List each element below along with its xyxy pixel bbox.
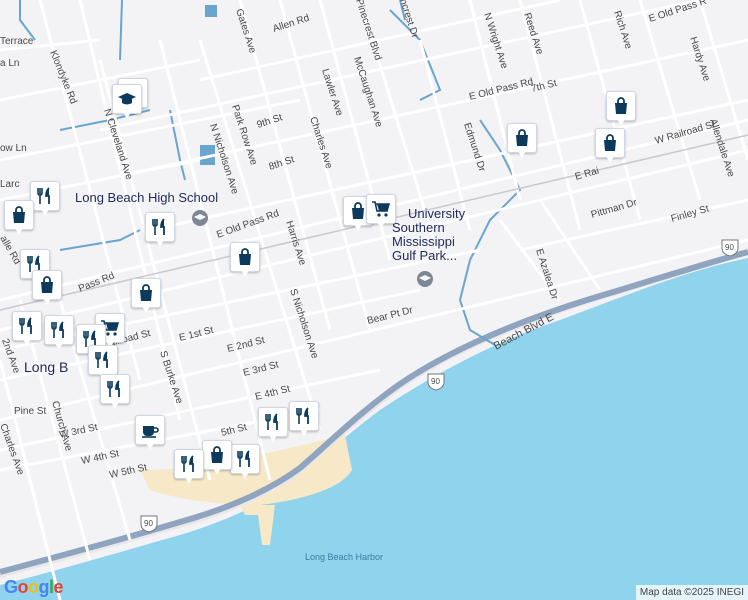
google-logo: Google bbox=[4, 577, 64, 597]
highway-90-label: 90 bbox=[144, 519, 153, 528]
university-pin-icon bbox=[417, 271, 433, 287]
road-label: Terrace bbox=[0, 36, 34, 47]
shopping-marker[interactable] bbox=[4, 200, 34, 236]
restaurant-marker[interactable] bbox=[289, 401, 319, 437]
fork-knife-icon bbox=[19, 317, 32, 334]
fork-knife-icon bbox=[152, 218, 165, 235]
shopping-bag-icon bbox=[516, 129, 528, 146]
road-label: a Ln bbox=[0, 58, 19, 69]
road-label: Pine St bbox=[14, 406, 46, 417]
high-school-label: Long Beach High School bbox=[75, 190, 218, 205]
shopping-marker[interactable] bbox=[507, 123, 537, 159]
restaurant-marker[interactable] bbox=[100, 374, 130, 410]
restaurant-marker[interactable] bbox=[30, 181, 60, 217]
coffee-cup-icon bbox=[142, 426, 159, 438]
shopping-bag-icon bbox=[211, 446, 223, 463]
fork-knife-icon bbox=[51, 321, 64, 338]
shopping-bag-icon bbox=[604, 134, 616, 151]
school-marker[interactable] bbox=[112, 84, 142, 120]
shopping-bag-icon bbox=[239, 248, 251, 265]
svg-text:Gulf Park...: Gulf Park... bbox=[392, 248, 457, 263]
harbor-label: Long Beach Harbor bbox=[305, 552, 383, 562]
fork-knife-icon bbox=[107, 380, 120, 397]
cafe-marker[interactable] bbox=[135, 415, 165, 451]
road-label: ow Ln bbox=[0, 143, 27, 154]
map-attribution[interactable]: Map data ©2025 INEGI bbox=[635, 585, 748, 600]
shopping-bag-icon bbox=[41, 276, 53, 293]
high-school-pin-icon bbox=[192, 210, 208, 226]
highway-90-label: 90 bbox=[431, 377, 440, 386]
fork-knife-icon bbox=[265, 413, 278, 430]
shopping-bag-icon bbox=[352, 202, 364, 219]
svg-text:Southern: Southern bbox=[392, 220, 445, 235]
fork-knife-icon bbox=[37, 187, 50, 204]
fork-knife-icon bbox=[181, 455, 194, 472]
shopping-bag-icon bbox=[13, 206, 25, 223]
shopping-cart-icon bbox=[372, 201, 391, 217]
fork-knife-icon bbox=[95, 351, 108, 368]
grocery-marker[interactable] bbox=[366, 194, 396, 230]
fork-knife-icon bbox=[296, 407, 309, 424]
shopping-marker[interactable] bbox=[131, 278, 161, 314]
shopping-bag-icon bbox=[140, 284, 152, 301]
restaurant-marker[interactable] bbox=[174, 449, 204, 485]
highway-90-label: 90 bbox=[725, 243, 734, 252]
restaurant-marker[interactable] bbox=[258, 407, 288, 443]
road-label: Larc bbox=[0, 179, 19, 190]
shopping-marker[interactable] bbox=[32, 270, 62, 306]
shopping-marker[interactable] bbox=[202, 440, 232, 476]
restaurant-marker[interactable] bbox=[12, 311, 42, 347]
shopping-marker[interactable] bbox=[595, 128, 625, 164]
map-canvas[interactable]: 90 90 90 Terrace Klondyke Rd a Ln ow Ln … bbox=[0, 0, 748, 600]
graduation-cap-icon bbox=[118, 93, 136, 105]
svg-text:University: University bbox=[408, 206, 466, 221]
fork-knife-icon bbox=[237, 450, 250, 467]
svg-text:Mississippi: Mississippi bbox=[392, 234, 455, 249]
shopping-marker[interactable] bbox=[230, 242, 260, 278]
restaurant-marker[interactable] bbox=[230, 444, 260, 480]
shopping-marker[interactable] bbox=[606, 91, 636, 127]
restaurant-marker[interactable] bbox=[44, 315, 74, 351]
city-label: Long B bbox=[24, 359, 68, 375]
restaurant-marker[interactable] bbox=[145, 212, 175, 248]
shopping-bag-icon bbox=[615, 97, 627, 114]
